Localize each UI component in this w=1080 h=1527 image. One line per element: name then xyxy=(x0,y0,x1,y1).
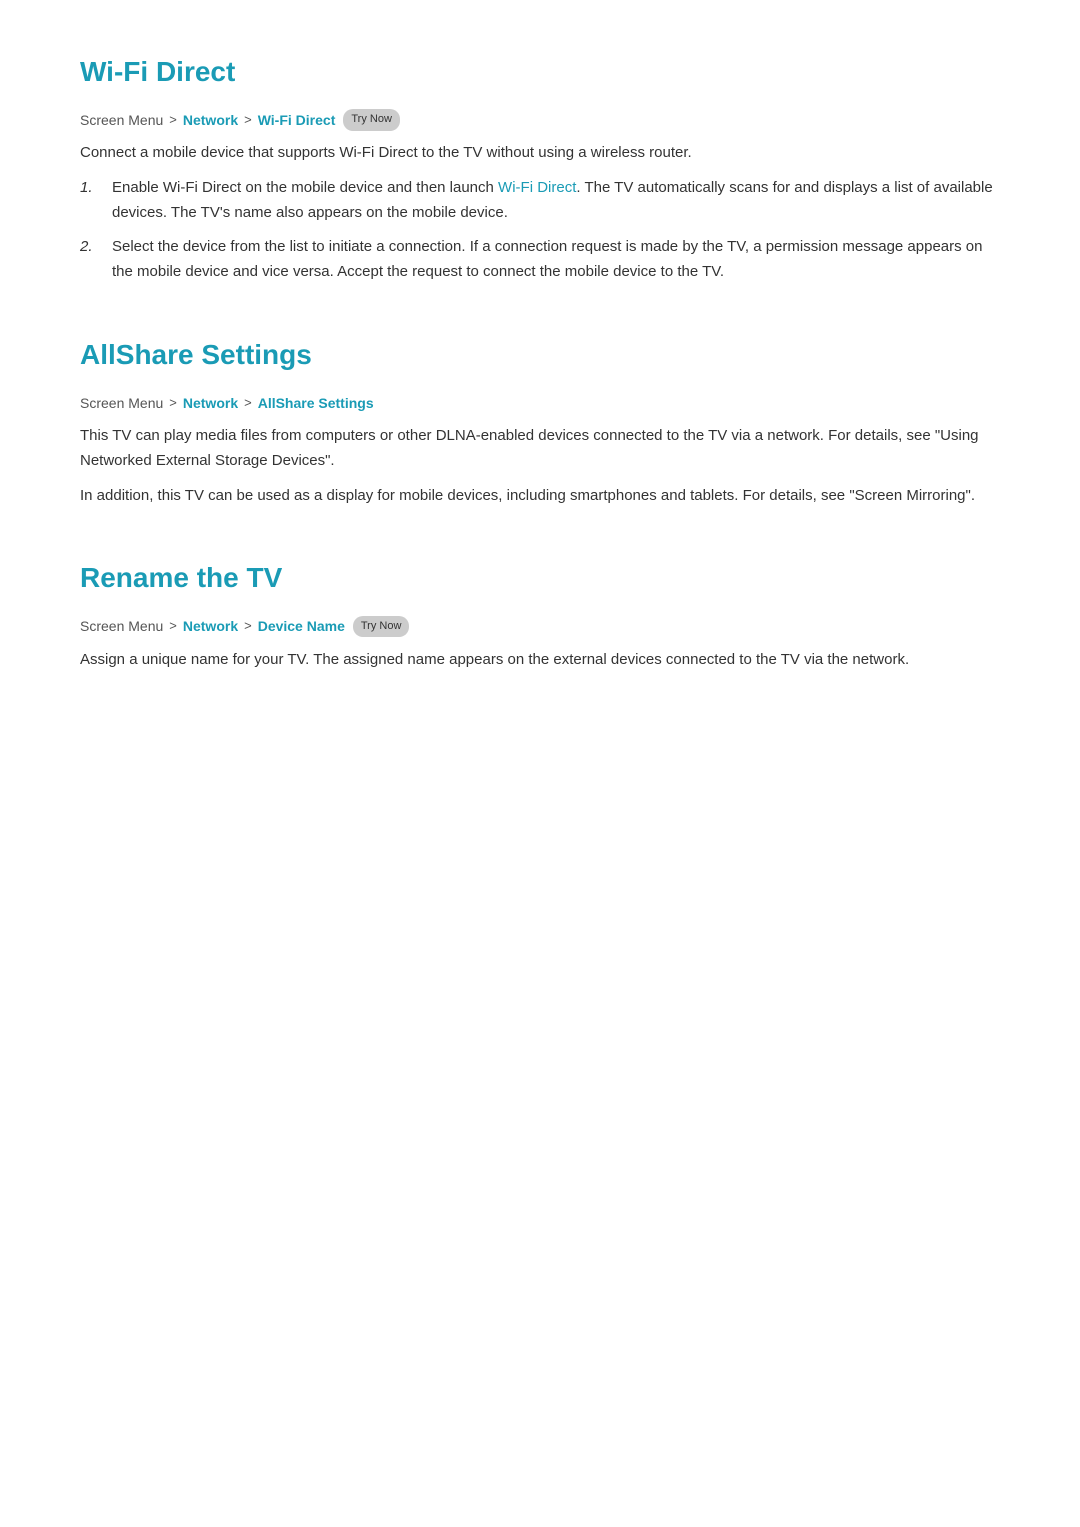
rename-tv-breadcrumb: Screen Menu > Network > Device Name Try … xyxy=(80,615,1000,637)
wifi-direct-inline-link[interactable]: Wi-Fi Direct xyxy=(498,179,576,196)
breadcrumb-screen-menu-2: Screen Menu xyxy=(80,392,163,414)
allshare-breadcrumb: Screen Menu > Network > AllShare Setting… xyxy=(80,392,1000,414)
allshare-para-1: This TV can play media files from comput… xyxy=(80,424,1000,474)
breadcrumb-screen-menu-1: Screen Menu xyxy=(80,109,163,131)
breadcrumb-network-1[interactable]: Network xyxy=(183,109,238,131)
list-content-2: Select the device from the list to initi… xyxy=(112,235,1000,285)
list-item: 1. Enable Wi-Fi Direct on the mobile dev… xyxy=(80,176,1000,226)
rename-tv-title: Rename the TV xyxy=(80,556,1000,601)
breadcrumb-device-name[interactable]: Device Name xyxy=(258,615,345,637)
wifi-direct-intro: Connect a mobile device that supports Wi… xyxy=(80,141,1000,166)
rename-tv-section: Rename the TV Screen Menu > Network > De… xyxy=(80,556,1000,672)
try-now-badge-3[interactable]: Try Now xyxy=(353,616,410,638)
breadcrumb-allshare-settings[interactable]: AllShare Settings xyxy=(258,392,374,414)
allshare-section: AllShare Settings Screen Menu > Network … xyxy=(80,333,1000,508)
try-now-badge-1[interactable]: Try Now xyxy=(343,109,400,131)
wifi-direct-title: Wi-Fi Direct xyxy=(80,50,1000,95)
list-number-2: 2. xyxy=(80,235,112,260)
wifi-direct-list: 1. Enable Wi-Fi Direct on the mobile dev… xyxy=(80,176,1000,285)
wifi-direct-section: Wi-Fi Direct Screen Menu > Network > Wi-… xyxy=(80,50,1000,285)
breadcrumb-sep-2b: > xyxy=(244,393,252,414)
breadcrumb-sep-1b: > xyxy=(244,110,252,131)
list-number-1: 1. xyxy=(80,176,112,201)
breadcrumb-sep-3a: > xyxy=(169,616,177,637)
breadcrumb-sep-1a: > xyxy=(169,110,177,131)
rename-tv-para-1: Assign a unique name for your TV. The as… xyxy=(80,648,1000,673)
breadcrumb-sep-2a: > xyxy=(169,393,177,414)
allshare-para-2: In addition, this TV can be used as a di… xyxy=(80,484,1000,509)
list-content-1: Enable Wi-Fi Direct on the mobile device… xyxy=(112,176,1000,226)
breadcrumb-network-2[interactable]: Network xyxy=(183,392,238,414)
breadcrumb-screen-menu-3: Screen Menu xyxy=(80,615,163,637)
wifi-direct-breadcrumb: Screen Menu > Network > Wi-Fi Direct Try… xyxy=(80,109,1000,131)
breadcrumb-network-3[interactable]: Network xyxy=(183,615,238,637)
list-item: 2. Select the device from the list to in… xyxy=(80,235,1000,285)
breadcrumb-wifi-direct[interactable]: Wi-Fi Direct xyxy=(258,109,336,131)
allshare-title: AllShare Settings xyxy=(80,333,1000,378)
breadcrumb-sep-3b: > xyxy=(244,616,252,637)
